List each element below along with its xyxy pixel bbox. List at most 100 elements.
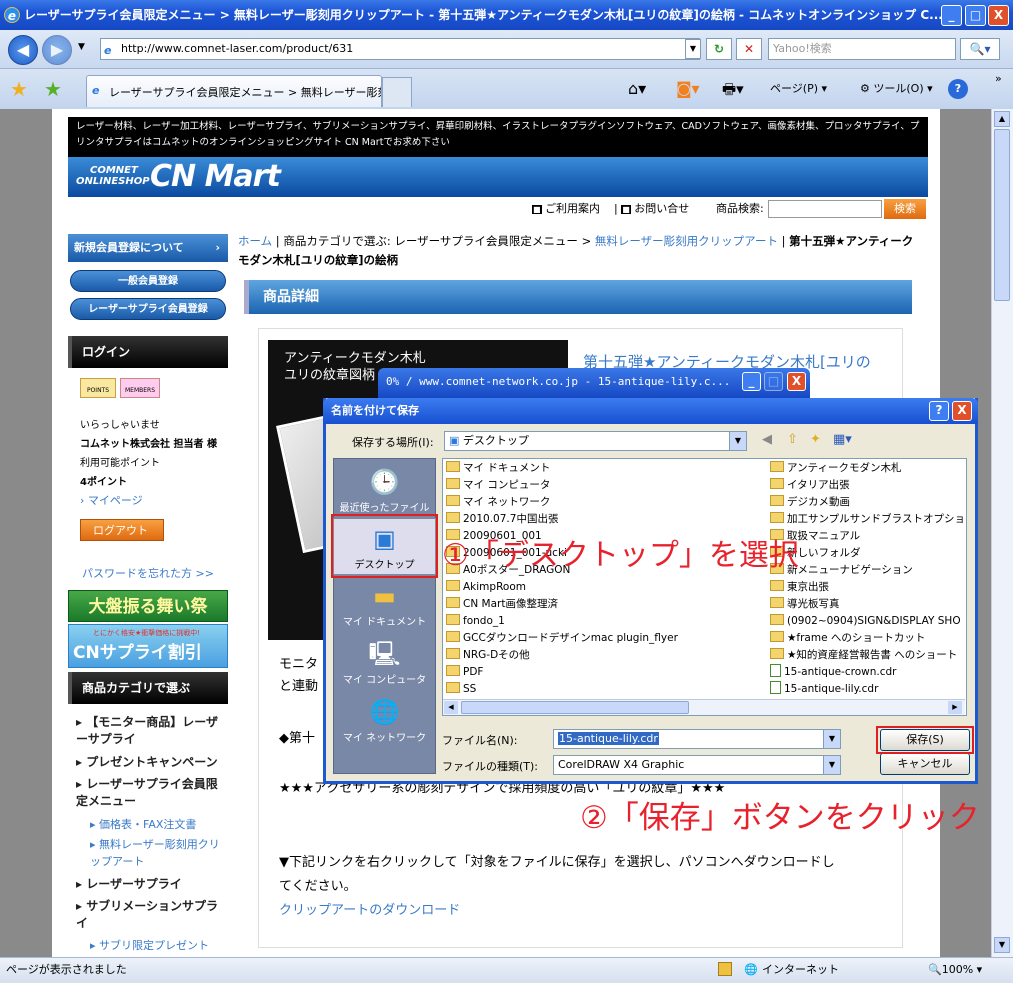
history-dropdown-icon[interactable]: ▼ [78,42,85,52]
progress-minimize-button[interactable]: _ [742,372,761,391]
site-search-input[interactable] [768,200,882,218]
scroll-up-icon[interactable]: ▲ [994,111,1010,127]
tab-active[interactable]: e レーザーサプライ会員限定メニュー > 無料レーザー彫刻... [86,75,382,107]
file-list-item[interactable]: PDF [446,664,766,681]
file-list-item[interactable]: デジカメ動画 [770,494,965,511]
file-list-item[interactable]: イタリア出張 [770,477,965,494]
file-list-item[interactable]: 導光板写真 [770,596,965,613]
rss-icon[interactable]: ◙▾ [676,79,700,99]
new-folder-icon[interactable]: ✦ [810,432,821,447]
file-list-item[interactable]: CN Mart画像整理済 [446,596,766,613]
crumb-home[interactable]: ホーム [238,234,272,248]
file-list-item[interactable]: ★frame へのショートカット [770,630,965,647]
search-button-icon[interactable]: 🔍▾ [960,38,1000,60]
laser-register-button[interactable]: レーザーサプライ会員登録 [70,298,226,320]
file-list-item[interactable]: マイ ドキュメント [446,460,766,477]
download-link[interactable]: クリップアートのダウンロード [279,900,460,921]
file-list-item[interactable]: ★知的資産経営報告書 へのショート [770,647,965,664]
place-recent[interactable]: 🕒 最近使ったファイル [333,462,436,519]
file-list-hscrollbar[interactable]: ◀ ▶ [443,699,965,715]
add-favorites-icon[interactable]: ★ [44,77,62,101]
file-list-item[interactable]: (0902~0904)SIGN&DISPLAY SHO [770,613,965,630]
festival-banner[interactable]: 大盤振る舞い祭 [68,590,228,622]
file-list-item[interactable]: AkimpRoom [446,579,766,596]
scroll-down-icon[interactable]: ▼ [994,937,1010,953]
place-network[interactable]: 🌐 マイ ネットワーク [333,692,436,749]
scroll-right-icon[interactable]: ▶ [948,701,962,714]
dialog-close-button[interactable]: X [952,401,972,421]
subcategory-sub-present[interactable]: ▸ サブリ限定プレゼント [90,937,226,954]
help-icon[interactable]: ? [948,79,968,99]
scroll-left-icon[interactable]: ◀ [444,701,458,714]
cancel-button[interactable]: キャンセル [880,753,970,775]
subcategory-clipart[interactable]: ▸ 無料レーザー彫刻用クリップアート [90,836,226,870]
location-select[interactable]: ▣ デスクトップ ▼ [444,431,747,451]
util-guide-link[interactable]: ■ ご利用案内 [532,200,600,216]
back-arrow-icon[interactable]: ◀ [8,35,38,65]
chevron-more-icon[interactable]: » [995,69,1002,89]
back-icon[interactable]: ◀ [762,432,772,447]
subcategory-price[interactable]: ▸ 価格表・FAX注文書 [90,816,226,833]
place-documents[interactable]: ▬ マイ ドキュメント [333,576,436,633]
logout-button[interactable]: ログアウト [80,519,164,541]
refresh-icon[interactable]: ↻ [706,38,732,60]
category-sublimation[interactable]: ▸ サブリメーションサプライ [76,898,226,932]
home-icon[interactable]: ⌂▾ [628,79,646,99]
file-list-item[interactable]: 15-antique-lily.cdr [770,681,965,698]
filename-label: ファイル名(N): [442,734,518,747]
supply-discount-banner[interactable]: とにかく格安★衝撃価格に挑戦中! CNサプライ割引 [68,624,228,668]
file-list-item[interactable]: SS [446,681,766,698]
favorites-star-icon[interactable]: ★ [10,77,28,101]
forgot-password-link[interactable]: パスワードを忘れた方 >> [82,565,214,581]
category-laser-supply[interactable]: ▸ レーザーサプライ [76,876,226,893]
up-folder-icon[interactable]: ⇧ [787,432,798,447]
scrollbar-thumb[interactable] [994,129,1010,301]
minimize-button[interactable]: _ [941,5,962,26]
category-monitor[interactable]: ▸ 【モニター商品】レーザーサプライ [76,714,226,748]
maximize-button[interactable]: □ [965,5,986,26]
chevron-down-icon: ▼ [729,432,746,450]
file-list-item[interactable]: 新メニューナビゲーション [770,562,965,579]
register-info-button[interactable]: 新規会員登録について › [68,234,228,262]
filetype-select[interactable]: CorelDRAW X4 Graphic ▼ [553,755,841,775]
file-list-item[interactable]: アンティークモダン木札 [770,460,965,477]
place-computer[interactable]: 🖳 マイ コンピュータ [333,634,436,691]
new-tab-button[interactable] [382,77,412,107]
file-list-item[interactable]: fondo_1 [446,613,766,630]
file-list-item[interactable]: NRG-Dその他 [446,647,766,664]
filename-input[interactable]: 15-antique-lily.cdr ▼ [553,729,841,749]
dialog-help-button[interactable]: ? [929,401,949,421]
file-list-item[interactable]: マイ ネットワーク [446,494,766,511]
site-logo[interactable]: CN Mart [150,159,281,194]
general-register-button[interactable]: 一般会員登録 [70,270,226,292]
mypage-link[interactable]: › マイページ [80,492,143,508]
print-icon[interactable]: 🖶▾ [722,79,744,99]
view-menu-icon[interactable]: ▦▾ [833,432,852,447]
util-contact-link[interactable]: | ■ お問い合せ [614,200,689,216]
crumb-clipart[interactable]: 無料レーザー彫刻用クリップアート [595,234,778,248]
category-present[interactable]: ▸ プレゼントキャンペーン [76,754,226,771]
file-list-item[interactable]: 東京出張 [770,579,965,596]
body-text-5: ▼下記リンクを右クリックして「対象をファイルに保存」を選択し、パソコンへダウンロ… [279,855,835,870]
stop-icon[interactable]: ✕ [736,38,762,60]
forward-arrow-icon[interactable]: ▶ [42,35,72,65]
zoom-control[interactable]: 🔍100% ▾ [928,958,982,982]
file-list-item[interactable]: 15-antique-crown.cdr [770,664,965,681]
search-input[interactable]: Yahoo!検索 [768,38,956,60]
vertical-scrollbar[interactable]: ▲ ▼ [991,109,1013,957]
category-member-menu[interactable]: ▸ レーザーサプライ会員限定メニュー [76,776,226,810]
file-list-item[interactable]: 取扱マニュアル [770,528,965,545]
address-bar[interactable]: e http://www.comnet-laser.com/product/63… [100,38,700,60]
file-list-item[interactable]: 2010.07.7中国出張 [446,511,766,528]
site-search-button[interactable]: 検索 [884,199,926,219]
progress-close-button[interactable]: X [787,372,806,391]
file-list-item[interactable]: マイ コンピュータ [446,477,766,494]
hscroll-thumb[interactable] [461,701,689,714]
file-list-item[interactable]: GCCダウンロードデザインmac plugin_flyer [446,630,766,647]
file-list-item[interactable]: 加工サンプルサンドブラストオプション_九 [770,511,965,528]
file-list-item[interactable]: 新しいフォルダ [770,545,965,562]
tools-menu[interactable]: ⚙ ツール(O) ▾ [860,79,933,99]
page-menu[interactable]: ページ(P) ▾ [770,79,827,99]
close-button[interactable]: X [988,5,1009,26]
address-dropdown-icon[interactable]: ▼ [685,39,701,59]
